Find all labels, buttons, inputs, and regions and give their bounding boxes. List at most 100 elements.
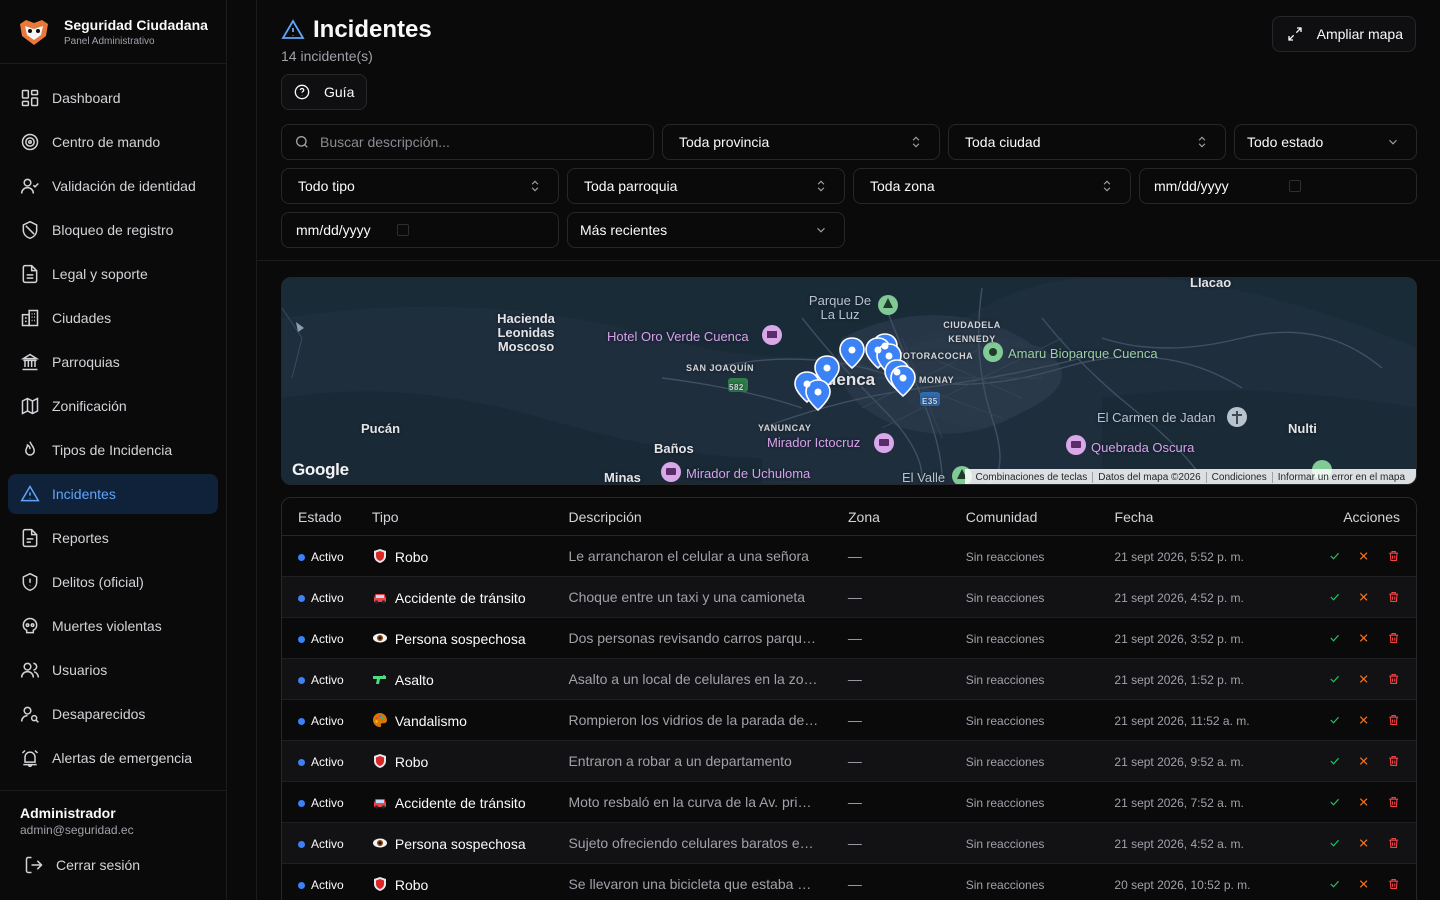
incident-zone: — bbox=[847, 712, 862, 728]
date-to-input[interactable]: mm/dd/yyyy bbox=[281, 212, 559, 248]
sidebar-item-incidentes[interactable]: Incidentes bbox=[8, 474, 218, 514]
status-dot bbox=[298, 881, 305, 889]
reject-x-icon[interactable] bbox=[1357, 753, 1370, 769]
calendar-icon[interactable] bbox=[396, 224, 409, 236]
reject-x-icon[interactable] bbox=[1357, 671, 1370, 687]
reject-x-icon[interactable] bbox=[1357, 712, 1370, 728]
approve-check-icon[interactable] bbox=[1328, 548, 1341, 564]
approve-check-icon[interactable] bbox=[1328, 794, 1341, 810]
reject-x-icon[interactable] bbox=[1357, 794, 1370, 810]
reject-x-icon[interactable] bbox=[1357, 548, 1370, 564]
zona-select[interactable]: Toda zona bbox=[853, 168, 1131, 204]
table-row[interactable]: Activo Asalto Asalto a un local de celul… bbox=[282, 659, 1416, 700]
sidebar-item-label: Reportes bbox=[52, 530, 109, 546]
sort-select[interactable]: Más recientes bbox=[567, 212, 845, 248]
sort-value: Más recientes bbox=[580, 222, 668, 238]
estado-select[interactable]: Todo estado bbox=[1234, 124, 1417, 160]
brand: Seguridad Ciudadana Panel Administrativo bbox=[0, 0, 226, 64]
delete-trash-icon[interactable] bbox=[1387, 712, 1400, 728]
delete-trash-icon[interactable] bbox=[1387, 671, 1400, 687]
col-estado[interactable]: Estado bbox=[282, 509, 372, 525]
approve-check-icon[interactable] bbox=[1328, 712, 1341, 728]
sidebar-item-ciudades[interactable]: Ciudades bbox=[8, 298, 218, 338]
sidebar-item-delitos[interactable]: Delitos (oficial) bbox=[8, 562, 218, 602]
incident-date: 21 sept 2026, 7:52 a. m. bbox=[1114, 796, 1244, 810]
approve-check-icon[interactable] bbox=[1328, 630, 1341, 646]
table-row[interactable]: Activo Vandalismo Rompieron los vidrios … bbox=[282, 700, 1416, 741]
table-row[interactable]: Activo Accidente de tránsito Moto resbal… bbox=[282, 782, 1416, 823]
provincia-select[interactable]: Toda provincia bbox=[662, 124, 940, 160]
guide-button[interactable]: Guía bbox=[281, 74, 368, 110]
reject-x-icon[interactable] bbox=[1357, 630, 1370, 646]
table-row[interactable]: Activo Robo Se llevaron una bicicleta qu… bbox=[282, 864, 1416, 900]
date-from-input[interactable]: mm/dd/yyyy bbox=[1139, 168, 1417, 204]
attrib-report[interactable]: Informar un error en el mapa bbox=[1271, 471, 1410, 483]
main-content: Incidentes 14 incidente(s) Guía Ampliar … bbox=[256, 0, 1440, 900]
sidebar-item-reportes[interactable]: Reportes bbox=[8, 518, 218, 558]
sidebar-item-tipos-incidencia[interactable]: Tipos de Incidencia bbox=[8, 430, 218, 470]
incident-count: 14 incidente(s) bbox=[281, 48, 373, 64]
delete-trash-icon[interactable] bbox=[1387, 835, 1400, 851]
sidebar-item-parroquias[interactable]: Parroquias bbox=[8, 342, 218, 382]
search-placeholder: Buscar descripción... bbox=[320, 134, 450, 150]
flame-icon bbox=[25, 441, 35, 456]
table-row[interactable]: Activo Persona sospechosa Dos personas r… bbox=[282, 618, 1416, 659]
delete-trash-icon[interactable] bbox=[1387, 548, 1400, 564]
community-reactions: Sin reacciones bbox=[965, 632, 1045, 646]
ciudad-select[interactable]: Toda ciudad bbox=[948, 124, 1226, 160]
sidebar-item-muertes[interactable]: Muertes violentas bbox=[8, 606, 218, 646]
table-row[interactable]: Activo Persona sospechosa Sujeto ofrecie… bbox=[282, 823, 1416, 864]
expand-map-button[interactable]: Ampliar mapa bbox=[1271, 16, 1416, 52]
sidebar-item-dashboard[interactable]: Dashboard bbox=[8, 78, 218, 118]
search-input[interactable]: Buscar descripción... bbox=[281, 124, 654, 160]
approve-check-icon[interactable] bbox=[1328, 589, 1341, 605]
sidebar-item-desaparecidos[interactable]: Desaparecidos bbox=[8, 694, 218, 734]
attrib-terms[interactable]: Condiciones bbox=[1205, 471, 1272, 483]
incident-map[interactable]: Llacao Parque De La Luz Hacienda Leonida… bbox=[281, 277, 1417, 485]
reject-x-icon[interactable] bbox=[1357, 589, 1370, 605]
col-fecha[interactable]: Fecha bbox=[1115, 509, 1313, 525]
status-dot bbox=[298, 799, 305, 807]
approve-check-icon[interactable] bbox=[1328, 835, 1341, 851]
incident-description: Rompieron los vidrios de la parada de bu… bbox=[568, 712, 819, 728]
col-zona[interactable]: Zona bbox=[848, 509, 966, 525]
calendar-icon[interactable] bbox=[1288, 180, 1301, 192]
google-logo: Google bbox=[292, 460, 349, 479]
delete-trash-icon[interactable] bbox=[1387, 876, 1400, 892]
reject-x-icon[interactable] bbox=[1357, 876, 1370, 892]
sidebar-item-centro-de-mando[interactable]: Centro de mando bbox=[8, 122, 218, 162]
table-row[interactable]: Activo Robo Entraron a robar a un depart… bbox=[282, 741, 1416, 782]
approve-check-icon[interactable] bbox=[1328, 671, 1341, 687]
logout-button[interactable]: Cerrar sesión bbox=[20, 855, 206, 875]
delete-trash-icon[interactable] bbox=[1387, 794, 1400, 810]
sidebar-item-bloqueo[interactable]: Bloqueo de registro bbox=[8, 210, 218, 250]
delete-trash-icon[interactable] bbox=[1387, 630, 1400, 646]
delete-trash-icon[interactable] bbox=[1387, 589, 1400, 605]
approve-check-icon[interactable] bbox=[1328, 753, 1341, 769]
sidebar-item-legal[interactable]: Legal y soporte bbox=[8, 254, 218, 294]
col-descripcion[interactable]: Descripción bbox=[569, 509, 849, 525]
status-badge: Activo bbox=[311, 591, 344, 605]
car-icon bbox=[372, 589, 388, 605]
approve-check-icon[interactable] bbox=[1328, 876, 1341, 892]
incident-zone: — bbox=[847, 876, 862, 892]
reject-x-icon[interactable] bbox=[1357, 835, 1370, 851]
incident-date: 21 sept 2026, 1:52 p. m. bbox=[1114, 673, 1244, 687]
incident-description: Asalto a un local de celulares en la zon… bbox=[568, 671, 819, 687]
sidebar-item-validacion[interactable]: Validación de identidad bbox=[8, 166, 218, 206]
guide-label: Guía bbox=[324, 84, 355, 100]
parroquia-select[interactable]: Toda parroquia bbox=[567, 168, 845, 204]
sidebar-item-alertas[interactable]: Alertas de emergencia bbox=[8, 738, 218, 778]
incident-markers bbox=[794, 333, 916, 412]
attrib-shortcuts[interactable]: Combinaciones de teclas bbox=[971, 472, 1093, 483]
help-circle-icon bbox=[294, 84, 310, 100]
col-tipo[interactable]: Tipo bbox=[372, 509, 569, 525]
delete-trash-icon[interactable] bbox=[1387, 753, 1400, 769]
table-row[interactable]: Activo Accidente de tránsito Choque entr… bbox=[282, 577, 1416, 618]
sidebar-item-usuarios[interactable]: Usuarios bbox=[8, 650, 218, 690]
incident-description: Entraron a robar a un departamento bbox=[568, 753, 792, 769]
sidebar-item-zonificacion[interactable]: Zonificación bbox=[8, 386, 218, 426]
tipo-select[interactable]: Todo tipo bbox=[281, 168, 559, 204]
table-row[interactable]: Activo Robo Le arrancharon el celular a … bbox=[282, 536, 1416, 577]
col-comunidad[interactable]: Comunidad bbox=[966, 509, 1115, 525]
